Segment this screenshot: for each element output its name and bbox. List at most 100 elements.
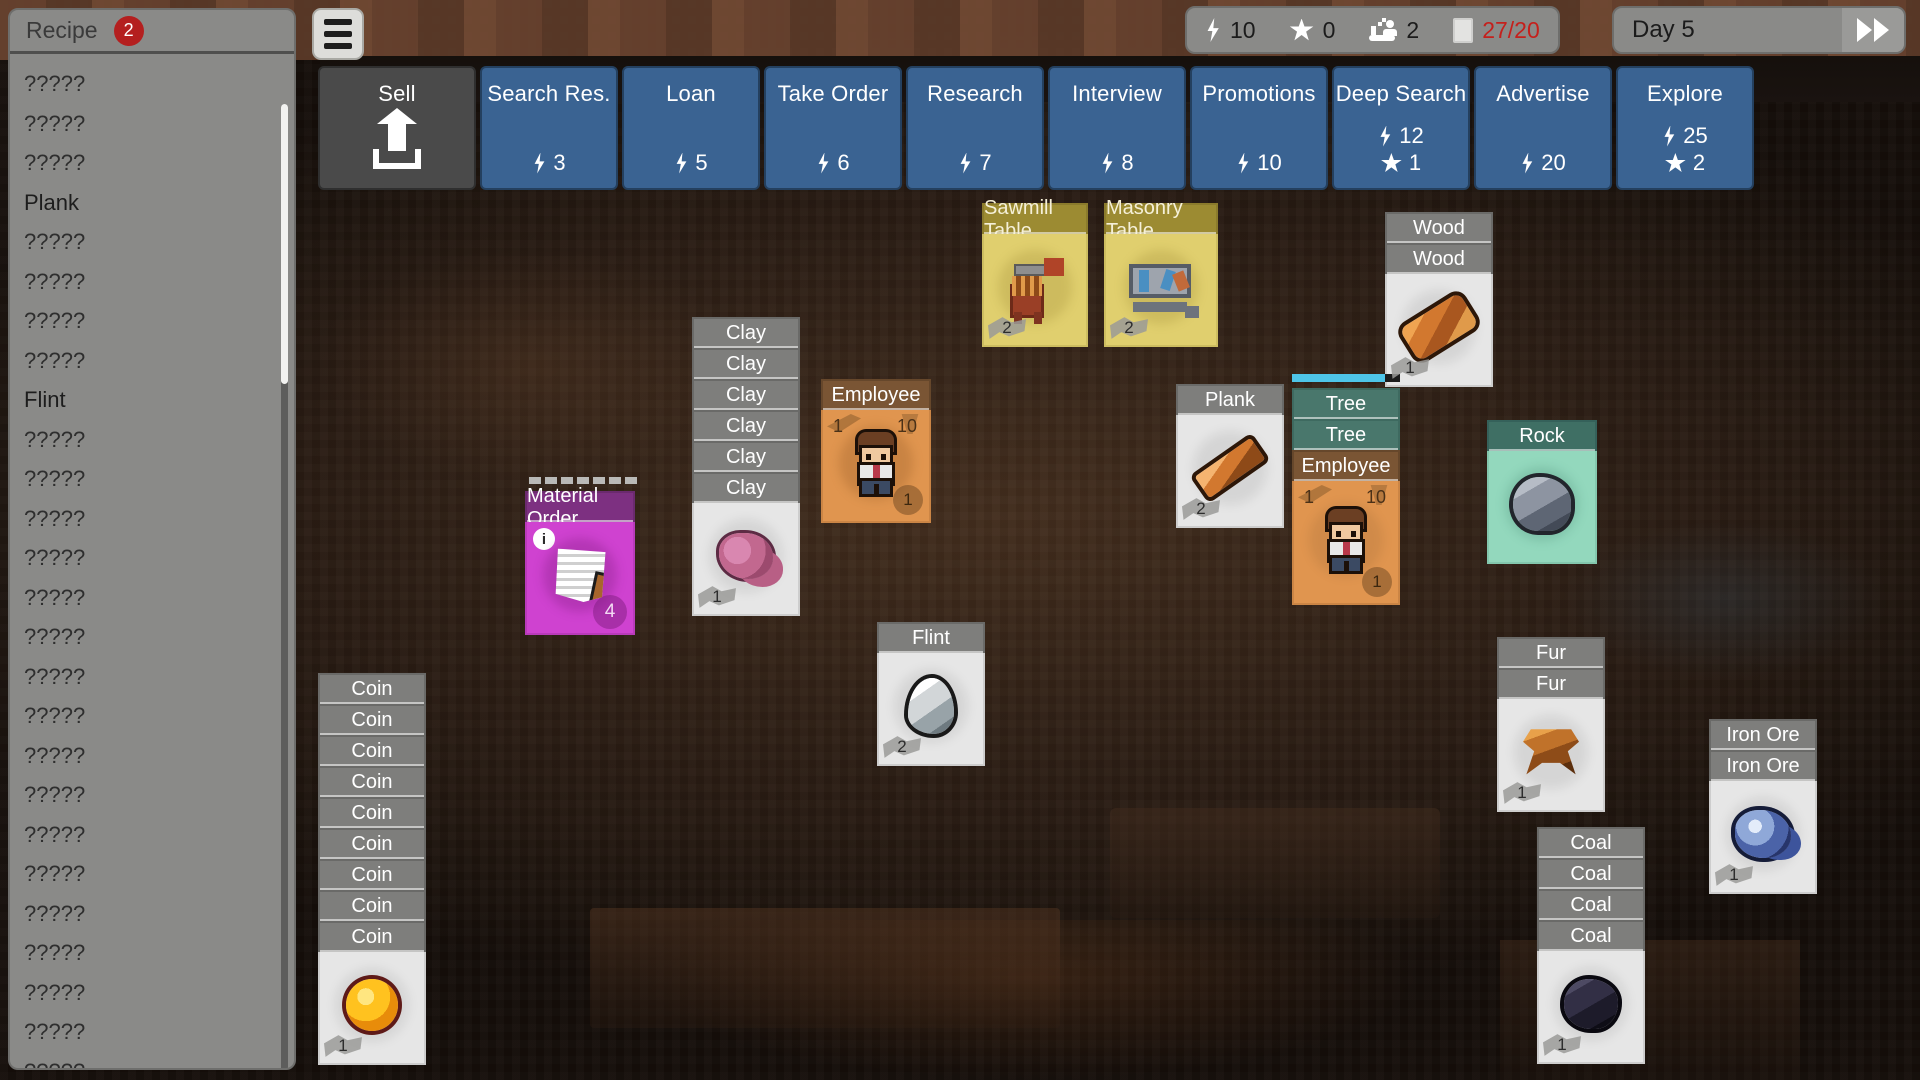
card-body[interactable]: 1 10 1 [1292,481,1400,605]
card-body[interactable]: 1 [1385,274,1493,387]
card-body[interactable]: 1 [1709,781,1817,894]
recipe-item[interactable]: ????? [24,1012,294,1052]
action-button-search-res[interactable]: Search Res. 3 [480,66,618,190]
recipe-list[interactable]: ??????????????? Plank????????????????????… [10,54,294,1068]
recipe-item[interactable]: Plank [24,183,294,223]
card-body[interactable]: 1 [692,503,800,616]
hamburger-menu-icon[interactable] [312,8,364,60]
card-title[interactable]: Fur [1497,637,1605,668]
action-button-promotions[interactable]: Promotions 10 [1190,66,1328,190]
card-title[interactable]: Coin [318,859,426,890]
card-title[interactable]: Coin [318,673,426,704]
recipe-item[interactable]: Flint [24,380,294,420]
recipe-item[interactable]: ????? [24,538,294,578]
card-stack-flint-card[interactable]: Flint 2 [877,622,985,766]
card-title[interactable]: Coin [318,828,426,859]
card-title[interactable]: Employee [821,379,931,410]
action-button-sell[interactable]: Sell [318,66,476,190]
card-title[interactable]: Clay [692,441,800,472]
recipe-item[interactable]: ????? [24,854,294,894]
card-stack-rock-card[interactable]: Rock [1487,420,1597,564]
card-title[interactable]: Tree [1292,419,1400,450]
card-stack-coin-stack[interactable]: Coin Coin Coin Coin Coin Coin Coin Coin Coin 1 [318,673,426,1065]
card-title[interactable]: Coin [318,704,426,735]
card-body[interactable]: 2 [1176,415,1284,528]
card-stack-tree-employee-stack[interactable]: Tree Tree Employee 1 10 1 [1292,374,1400,605]
recipe-item[interactable]: ????? [24,736,294,776]
card-title[interactable]: Fur [1497,668,1605,699]
card-title[interactable]: Coal [1537,827,1645,858]
card-stack-employee-card-1[interactable]: Employee 1 10 1 [821,379,931,523]
card-title[interactable]: Iron Ore [1709,719,1817,750]
recipe-item[interactable]: ????? [24,104,294,144]
card-body[interactable]: 2 [1104,234,1218,347]
card-title[interactable]: Masonry Table [1104,197,1218,242]
recipe-item[interactable]: ????? [24,143,294,183]
card-stack-clay-stack[interactable]: Clay Clay Clay Clay Clay Clay 1 [692,317,800,616]
card-title[interactable]: Wood [1385,212,1493,243]
card-title[interactable]: Wood [1385,243,1493,274]
card-title[interactable]: Clay [692,379,800,410]
recipe-item[interactable]: ????? [24,301,294,341]
card-stack-material-order-card[interactable]: Material Order i 4 [525,477,637,635]
card-title[interactable]: Rock [1487,420,1597,451]
card-title[interactable]: Employee [1292,450,1400,481]
card-body[interactable]: i4 [525,522,635,635]
card-title[interactable]: Sawmill Table [982,197,1088,242]
card-body[interactable]: 1 [1537,951,1645,1064]
card-body[interactable] [1487,451,1597,564]
action-button-deep-search[interactable]: Deep Search 12 1 [1332,66,1470,190]
card-stack-plank-card[interactable]: Plank 2 [1176,384,1284,528]
recipe-item[interactable]: ????? [24,420,294,460]
action-button-interview[interactable]: Interview 8 [1048,66,1186,190]
card-title[interactable]: Clay [692,348,800,379]
card-body[interactable]: 1 [1497,699,1605,812]
action-button-explore[interactable]: Explore 25 2 [1616,66,1754,190]
recipe-item[interactable]: ????? [24,973,294,1013]
recipe-item[interactable]: ????? [24,894,294,934]
card-body[interactable]: 1 10 1 [821,410,931,523]
action-button-research[interactable]: Research 7 [906,66,1044,190]
recipe-item[interactable]: ????? [24,815,294,855]
recipe-item[interactable]: ????? [24,64,294,104]
recipe-item[interactable]: ????? [24,696,294,736]
card-stack-coal-stack[interactable]: Coal Coal Coal Coal 1 [1537,827,1645,1064]
card-title[interactable]: Coin [318,797,426,828]
recipe-item[interactable]: ????? [24,617,294,657]
card-title[interactable]: Coal [1537,889,1645,920]
card-title[interactable]: Plank [1176,384,1284,415]
card-title[interactable]: Tree [1292,388,1400,419]
recipe-scrollbar[interactable] [281,104,288,1068]
card-body[interactable]: 2 [877,653,985,766]
recipe-item[interactable]: ????? [24,459,294,499]
card-stack-sawmill-table[interactable]: Sawmill Table 2 [982,197,1088,347]
card-stack-wood-stack[interactable]: Wood Wood 1 [1385,212,1493,387]
card-title[interactable]: Coin [318,921,426,952]
card-body[interactable]: 1 [318,952,426,1065]
card-title[interactable]: Coal [1537,858,1645,889]
card-title[interactable]: Clay [692,472,800,503]
recipe-item[interactable]: ????? [24,933,294,973]
recipe-item[interactable]: ????? [24,578,294,618]
card-stack-masonry-table[interactable]: Masonry Table 2 [1104,197,1218,347]
action-button-advertise[interactable]: Advertise 20 [1474,66,1612,190]
card-title[interactable]: Flint [877,622,985,653]
recipe-scrollbar-thumb[interactable] [281,104,288,384]
fast-forward-icon[interactable] [1842,8,1904,52]
card-title[interactable]: Clay [692,410,800,441]
card-title[interactable]: Clay [692,317,800,348]
card-title[interactable]: Material Order [525,485,635,530]
recipe-item[interactable]: ????? [24,657,294,697]
card-title[interactable]: Coin [318,735,426,766]
recipe-item[interactable]: ????? [24,1052,294,1069]
recipe-item[interactable]: ????? [24,262,294,302]
card-title[interactable]: Iron Ore [1709,750,1817,781]
recipe-item[interactable]: ????? [24,499,294,539]
card-title[interactable]: Coal [1537,920,1645,951]
card-title[interactable]: Coin [318,890,426,921]
card-body[interactable]: 2 [982,234,1088,347]
recipe-item[interactable]: ????? [24,775,294,815]
action-button-take-order[interactable]: Take Order 6 [764,66,902,190]
card-stack-fur-stack[interactable]: Fur Fur 1 [1497,637,1605,812]
recipe-item[interactable]: ????? [24,341,294,381]
